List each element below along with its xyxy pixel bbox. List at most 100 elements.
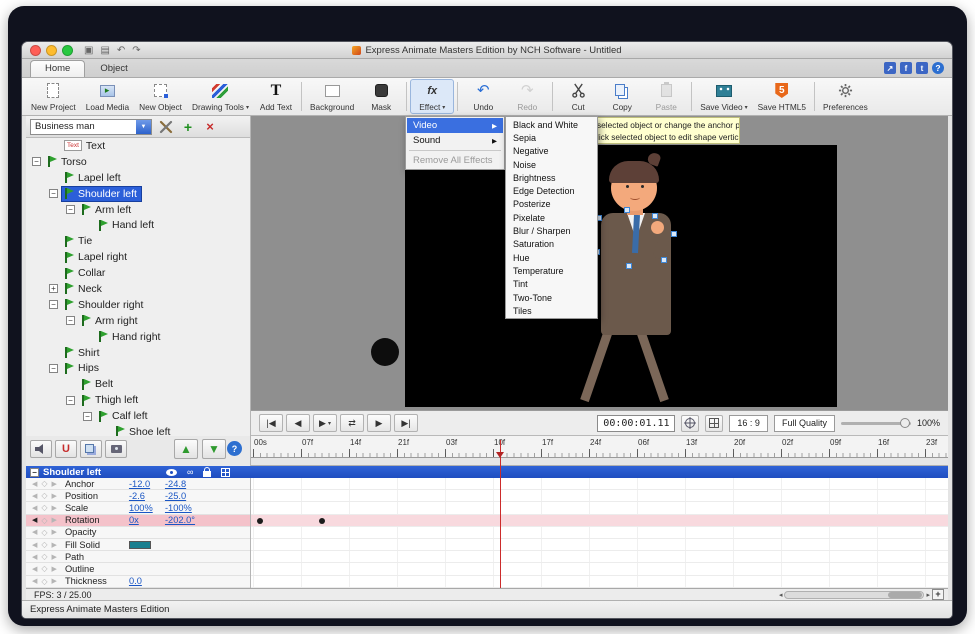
add-keyframe-button[interactable]: ◇ bbox=[41, 552, 47, 561]
tree-expander[interactable]: − bbox=[32, 157, 41, 166]
submenu-item-pixelate[interactable]: Pixelate bbox=[507, 211, 596, 224]
add-keyframe-button[interactable]: ◇ bbox=[41, 577, 47, 586]
rotation-value-1[interactable]: 0x bbox=[129, 515, 165, 525]
next-keyframe-button[interactable]: ▶ bbox=[52, 553, 57, 561]
menu-item-sound[interactable]: Sound▶ bbox=[407, 133, 503, 148]
facebook-icon[interactable]: f bbox=[900, 62, 912, 74]
tree-item-shirt[interactable]: Shirt bbox=[26, 345, 250, 361]
keyframe-dot[interactable] bbox=[319, 518, 325, 524]
tree-item-hand-right[interactable]: Hand right bbox=[26, 329, 250, 345]
timeline-help-button[interactable]: ? bbox=[227, 441, 242, 456]
tree-expander[interactable]: + bbox=[49, 284, 58, 293]
track-lane-outline[interactable] bbox=[251, 563, 948, 575]
help-button[interactable]: ? bbox=[932, 62, 944, 74]
tree-item-lapel-right[interactable]: Lapel right bbox=[26, 249, 250, 265]
tree-item-tie[interactable]: Tie bbox=[26, 233, 250, 249]
zoom-window-button[interactable] bbox=[62, 45, 73, 56]
transport-loop-button[interactable]: ⇄ bbox=[340, 414, 364, 432]
grid-button[interactable] bbox=[705, 415, 723, 432]
tree-item-hips[interactable]: −Hips bbox=[26, 360, 250, 376]
position-value-1[interactable]: -2.6 bbox=[129, 491, 165, 501]
save-icon[interactable]: ▣ bbox=[84, 43, 93, 59]
submenu-item-sepia[interactable]: Sepia bbox=[507, 131, 596, 144]
scale-value-1[interactable]: 100% bbox=[129, 503, 165, 513]
playhead[interactable] bbox=[500, 440, 501, 588]
anchor-value-1[interactable]: -12.0 bbox=[129, 479, 165, 489]
transport-go-to-end-button[interactable]: ▶| bbox=[394, 414, 418, 432]
selection-handle[interactable] bbox=[671, 231, 677, 237]
submenu-item-brightness[interactable]: Brightness bbox=[507, 171, 596, 184]
share-icon[interactable]: ↗ bbox=[884, 62, 896, 74]
tree-expander[interactable]: − bbox=[66, 205, 75, 214]
anchor-point-button[interactable] bbox=[681, 415, 699, 432]
transport-play-preview-button[interactable]: ▶ bbox=[367, 414, 391, 432]
prev-keyframe-button[interactable]: ◀ bbox=[32, 565, 37, 573]
toolbar-drawing-tools-button[interactable]: Drawing Tools▾ bbox=[187, 79, 254, 114]
next-keyframe-button[interactable]: ▶ bbox=[52, 480, 57, 488]
visibility-eye-icon[interactable] bbox=[166, 469, 177, 476]
toolbar-new-object-button[interactable]: New Object bbox=[134, 79, 187, 114]
tree-expander[interactable]: − bbox=[49, 300, 58, 309]
tab-object[interactable]: Object bbox=[85, 60, 142, 77]
timeline-track-area[interactable] bbox=[251, 478, 948, 588]
chevron-down-icon[interactable]: ▼ bbox=[136, 120, 151, 134]
param-row-opacity[interactable]: ◀◇▶Opacity bbox=[26, 527, 250, 539]
track-header-shoulder-left[interactable]: − Shoulder left ∞ bbox=[26, 466, 948, 478]
next-keyframe-button[interactable]: ▶ bbox=[52, 565, 57, 573]
stage[interactable] bbox=[405, 145, 837, 407]
submenu-item-black-and-white[interactable]: Black and White bbox=[507, 118, 596, 131]
selection-handle[interactable] bbox=[626, 263, 632, 269]
param-row-path[interactable]: ◀◇▶Path bbox=[26, 551, 250, 563]
quality-button[interactable]: Full Quality bbox=[774, 415, 835, 432]
toolbar-save-video-button[interactable]: Save Video▾ bbox=[695, 79, 752, 114]
tree-item-belt[interactable]: Belt bbox=[26, 376, 250, 392]
submenu-item-negative[interactable]: Negative bbox=[507, 145, 596, 158]
minimize-window-button[interactable] bbox=[46, 45, 57, 56]
u-toggle-button[interactable]: U bbox=[55, 440, 77, 458]
selection-handle[interactable] bbox=[652, 213, 658, 219]
param-row-rotation[interactable]: ◀◇▶Rotation0x-202.0° bbox=[26, 515, 250, 527]
add-keyframe-button[interactable]: ◇ bbox=[41, 564, 47, 573]
submenu-item-two-tone[interactable]: Two-Tone bbox=[507, 291, 596, 304]
track-lane-path[interactable] bbox=[251, 551, 948, 563]
rotation-value-2[interactable]: -202.0° bbox=[165, 515, 209, 525]
next-keyframe-button[interactable]: ▶ bbox=[52, 492, 57, 500]
lock-icon[interactable] bbox=[203, 471, 211, 477]
keyframe-dot[interactable] bbox=[257, 518, 263, 524]
param-row-outline[interactable]: ◀◇▶Outline bbox=[26, 563, 250, 575]
tree-item-torso[interactable]: −Torso bbox=[26, 154, 250, 170]
delete-object-button[interactable]: × bbox=[202, 119, 218, 135]
timeline-scrollbar[interactable] bbox=[784, 591, 924, 599]
prev-keyframe-button[interactable]: ◀ bbox=[32, 480, 37, 488]
layers-button[interactable] bbox=[80, 440, 102, 458]
tree-item-arm-left[interactable]: −Arm left bbox=[26, 202, 250, 218]
position-value-2[interactable]: -25.0 bbox=[165, 491, 209, 501]
track-lane-thickness[interactable] bbox=[251, 576, 948, 588]
anchor-value-2[interactable]: -24.8 bbox=[165, 479, 209, 489]
track-lane-position[interactable] bbox=[251, 490, 948, 502]
color-swatch[interactable] bbox=[129, 541, 151, 549]
tree-expander[interactable]: − bbox=[83, 412, 92, 421]
submenu-item-tiles[interactable]: Tiles bbox=[507, 304, 596, 317]
selection-handle[interactable] bbox=[624, 207, 630, 213]
prev-keyframe-button[interactable]: ◀ bbox=[32, 516, 37, 524]
submenu-item-saturation[interactable]: Saturation bbox=[507, 238, 596, 251]
toolbar-load-media-button[interactable]: Load Media bbox=[81, 79, 134, 114]
character-leg-right[interactable] bbox=[634, 324, 669, 403]
track-lane-fill-solid[interactable] bbox=[251, 539, 948, 551]
menu-item-video[interactable]: Video▶ bbox=[407, 118, 503, 133]
thickness-value-1[interactable]: 0.0 bbox=[129, 576, 165, 586]
timeline-zoom-in-button[interactable]: + bbox=[932, 589, 944, 600]
track-lane-scale[interactable] bbox=[251, 502, 948, 514]
add-keyframe-button[interactable]: ◇ bbox=[41, 503, 47, 512]
prev-keyframe-button[interactable]: ◀ bbox=[32, 492, 37, 500]
transport-play-button[interactable]: ▶▾ bbox=[313, 414, 337, 432]
param-row-scale[interactable]: ◀◇▶Scale100%-100% bbox=[26, 502, 250, 514]
tools-button[interactable] bbox=[158, 119, 174, 135]
param-row-fill-solid[interactable]: ◀◇▶Fill Solid bbox=[26, 539, 250, 551]
toolbar-mask-button[interactable]: Mask bbox=[359, 79, 403, 114]
tree-item-arm-right[interactable]: −Arm right bbox=[26, 313, 250, 329]
zoom-slider[interactable] bbox=[841, 422, 911, 425]
link-icon[interactable]: ∞ bbox=[187, 467, 193, 477]
tree-expander[interactable]: − bbox=[49, 189, 58, 198]
